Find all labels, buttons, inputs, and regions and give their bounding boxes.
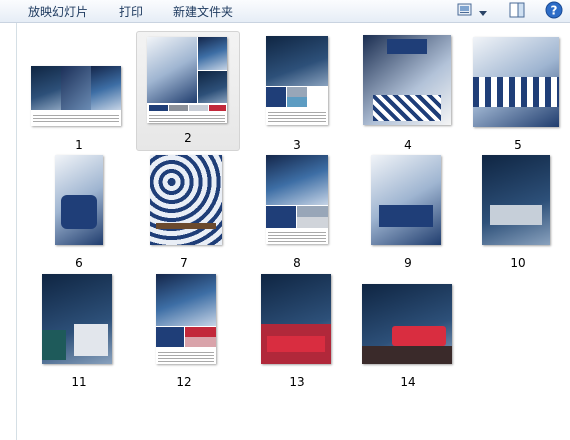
thumbnail — [266, 155, 328, 244]
file-name: 13 — [289, 375, 305, 389]
file-item[interactable]: 9 — [360, 155, 456, 275]
file-name: 4 — [404, 138, 412, 152]
svg-text:?: ? — [551, 4, 558, 18]
thumbnail — [482, 155, 550, 245]
thumbnail — [266, 36, 328, 125]
thumbnail — [147, 37, 227, 123]
file-name: 12 — [176, 375, 192, 389]
file-item[interactable]: 12 — [136, 274, 232, 394]
file-item[interactable]: 1 — [31, 39, 127, 157]
file-view[interactable]: 1 2 3 4 5 6 7 8 9 10 11 12 13 14 — [17, 23, 570, 440]
command-bar: 放映幻灯片 打印 新建文件夹 ? — [0, 0, 570, 23]
file-name: 9 — [404, 256, 412, 270]
navigation-pane-edge — [0, 23, 17, 440]
file-item[interactable]: 5 — [470, 37, 566, 157]
thumbnail — [363, 35, 451, 125]
file-name: 10 — [510, 256, 526, 270]
file-item[interactable]: 3 — [249, 36, 345, 157]
file-item-selected[interactable]: 2 — [136, 31, 240, 151]
file-item[interactable]: 14 — [360, 276, 456, 394]
file-name: 7 — [180, 256, 188, 270]
file-name: 2 — [184, 131, 192, 145]
file-item[interactable]: 8 — [249, 155, 345, 275]
thumbnail — [362, 284, 452, 364]
help-icon[interactable]: ? — [545, 1, 563, 23]
thumbnail — [371, 155, 441, 245]
file-item[interactable]: 13 — [249, 274, 345, 394]
file-name: 3 — [293, 138, 301, 152]
thumbnail — [473, 37, 559, 127]
file-name: 11 — [71, 375, 87, 389]
chevron-down-icon[interactable] — [478, 4, 488, 23]
file-name: 6 — [75, 256, 83, 270]
view-options-icon[interactable] — [457, 2, 473, 22]
slideshow-button[interactable]: 放映幻灯片 — [28, 3, 88, 20]
thumbnail — [31, 66, 121, 126]
file-name: 8 — [293, 256, 301, 270]
file-name: 1 — [75, 138, 83, 152]
preview-pane-icon[interactable] — [509, 2, 525, 22]
new-folder-button[interactable]: 新建文件夹 — [173, 3, 233, 20]
file-item[interactable]: 7 — [136, 155, 232, 275]
thumbnail — [150, 155, 222, 245]
print-button[interactable]: 打印 — [119, 3, 143, 20]
thumbnail — [261, 274, 331, 364]
thumbnail — [55, 155, 103, 245]
file-item[interactable]: 6 — [31, 155, 127, 275]
file-item[interactable]: 10 — [470, 155, 566, 275]
file-name: 5 — [514, 138, 522, 152]
file-name: 14 — [400, 375, 416, 389]
thumbnail — [156, 274, 216, 364]
thumbnail — [42, 274, 112, 364]
file-item[interactable]: 11 — [31, 274, 127, 394]
file-item[interactable]: 4 — [360, 35, 456, 157]
